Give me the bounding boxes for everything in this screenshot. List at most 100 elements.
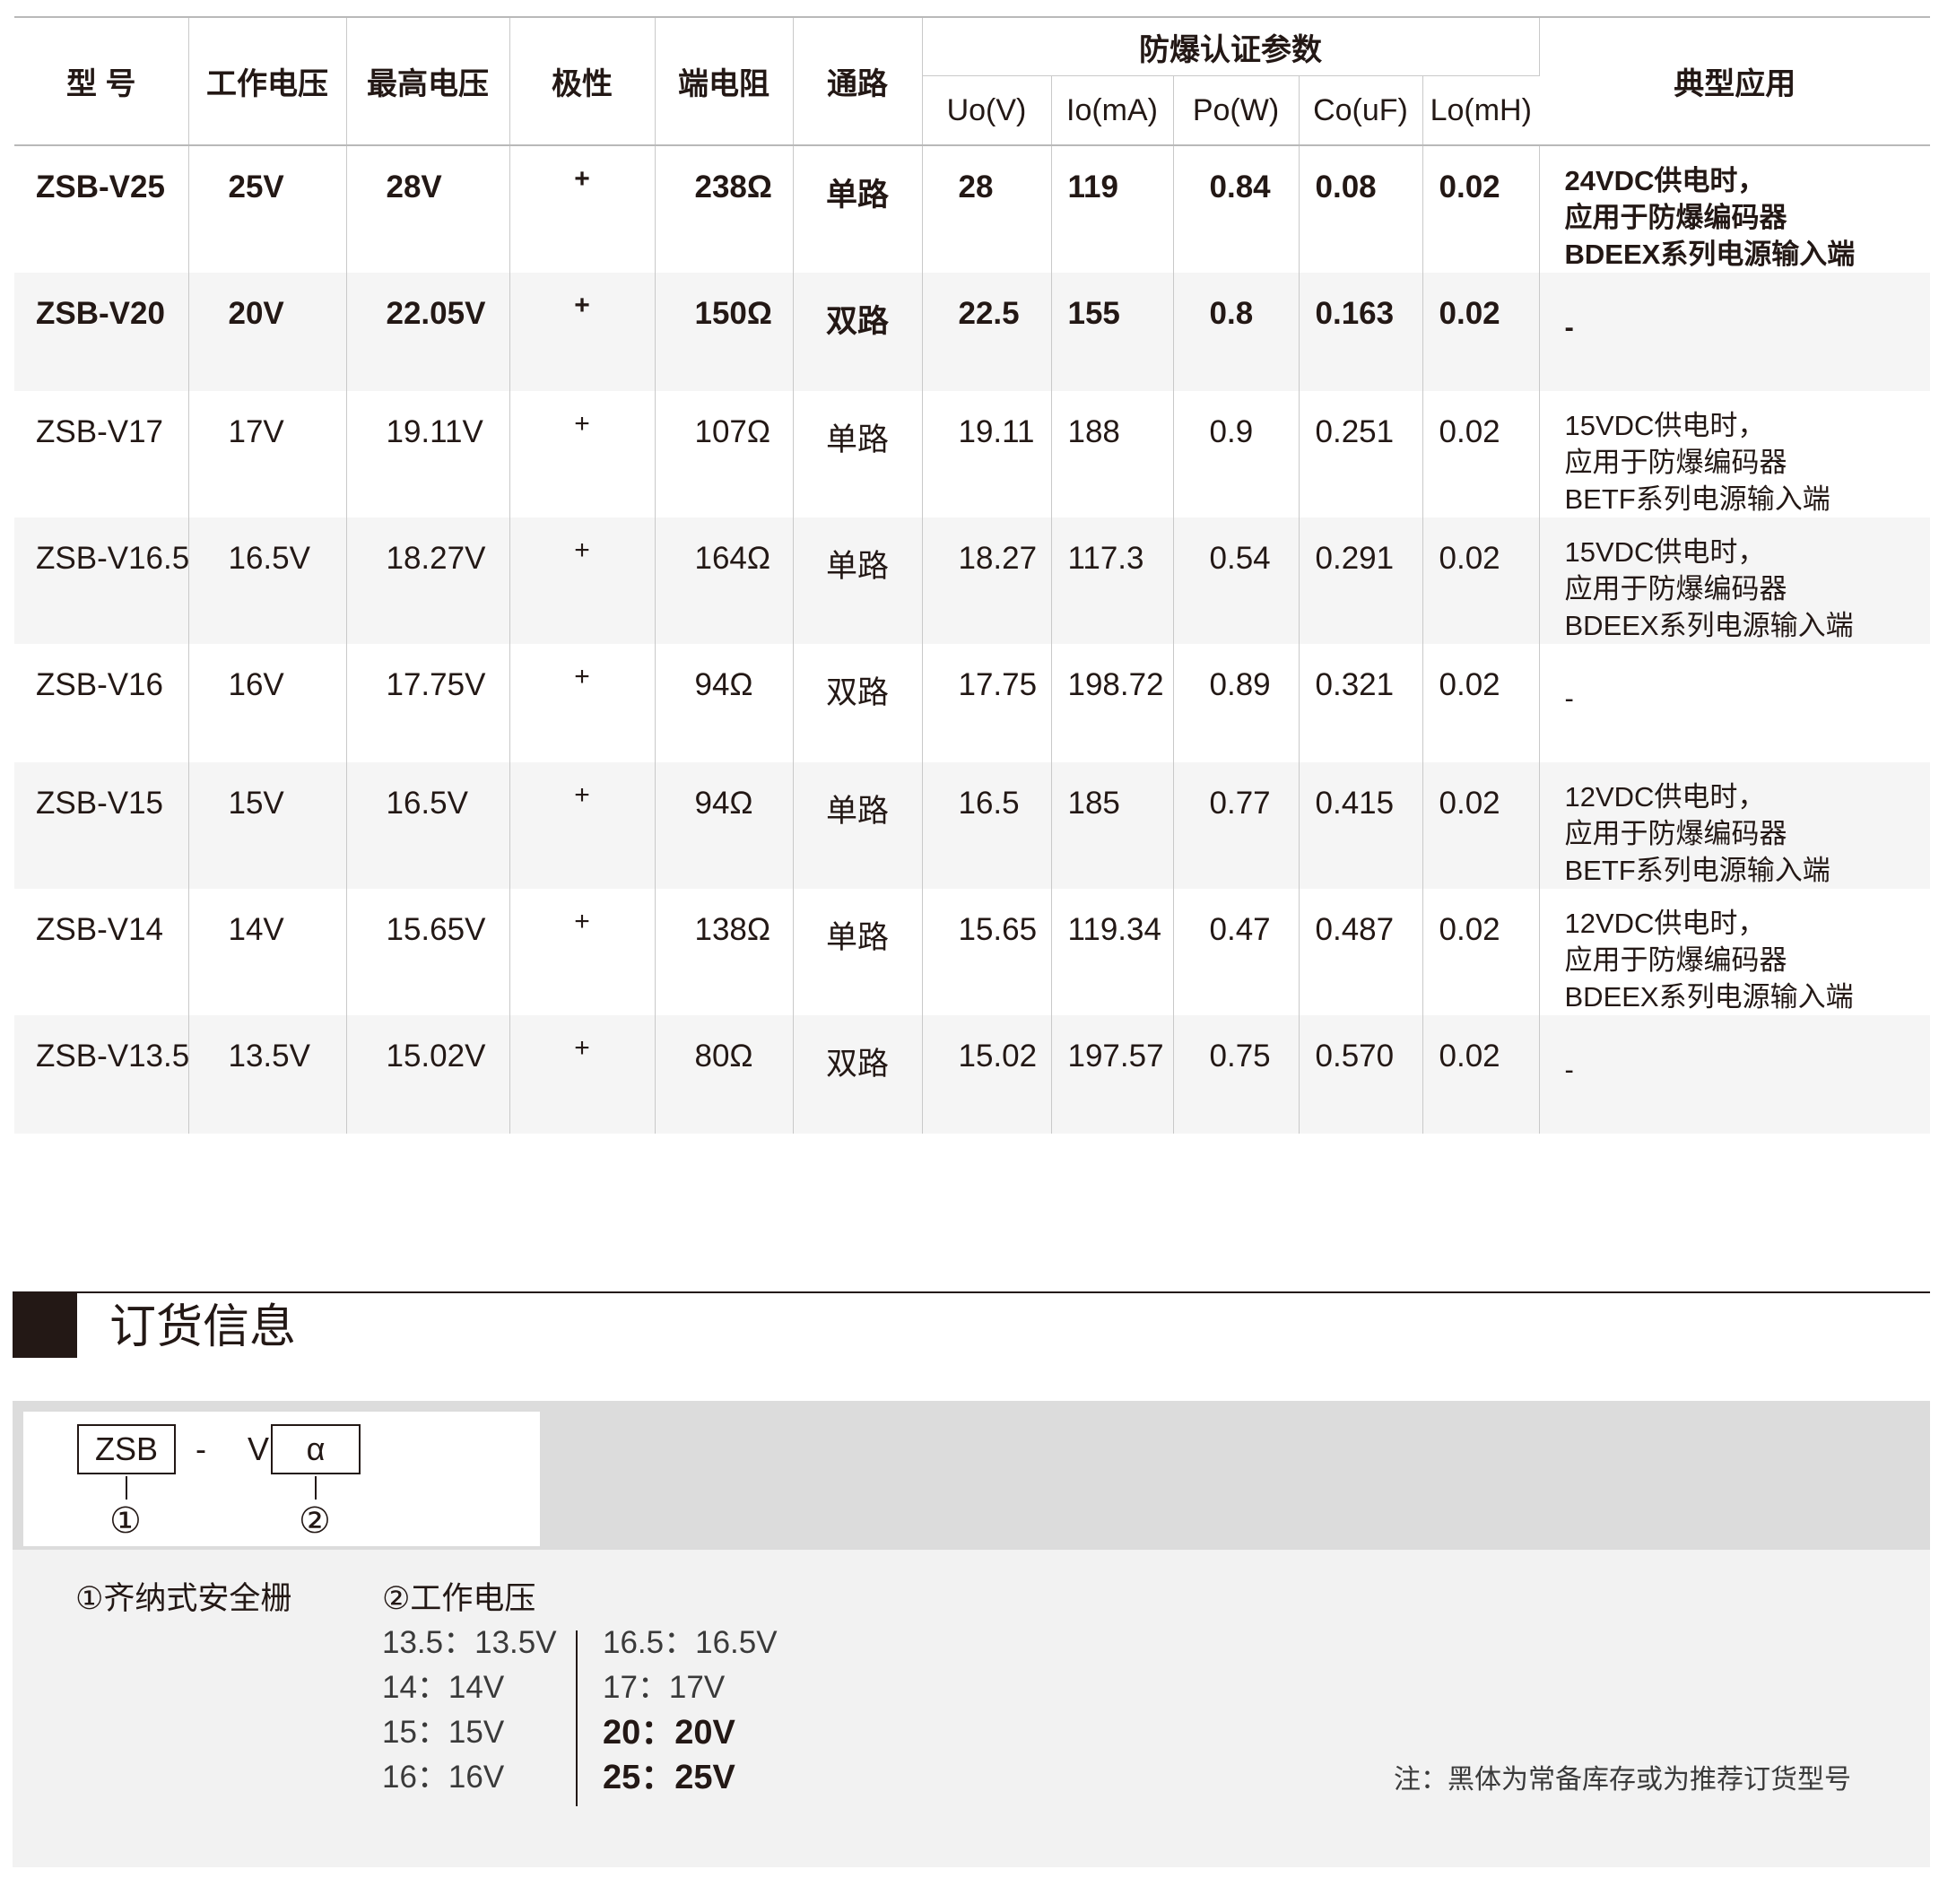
cell-channel: 单路	[793, 145, 923, 273]
application-line: 24VDC供电时，	[1564, 165, 1766, 196]
cell-lo: 0.02	[1422, 517, 1540, 644]
cell-voltage: 15V	[188, 762, 347, 889]
cell-model: ZSB-V13.5	[14, 1015, 189, 1134]
cell-io: 119	[1051, 145, 1174, 273]
legend-voltage-label: ②工作电压	[382, 1581, 536, 1616]
cell-po: 0.8	[1173, 273, 1300, 391]
table-row: ZSB-V17 17V 19.11V +107Ω 单路 19.11 188 0.9 0.251 0…	[14, 391, 1930, 517]
voltage-option: 17：17V	[603, 1670, 726, 1705]
cell-lo: 0.02	[1422, 889, 1540, 1015]
application-line: 应用于防爆编码器	[1564, 447, 1787, 478]
cell-channel: 双路	[793, 644, 923, 762]
cell-lo: 0.02	[1422, 644, 1540, 762]
table-row: ZSB-V25 25V 28V +238Ω 单路 28 119 0.84 0.08 0.02 24V…	[14, 145, 1930, 273]
spec-table: 型 号 工作电压 最高电压 极性 端电阻 通路 防爆认证参数 典型应用 Uo(V…	[14, 16, 1930, 1134]
cell-lo: 0.02	[1422, 762, 1540, 889]
cell-resistance: 150Ω	[655, 273, 794, 391]
cell-uo: 15.65	[922, 889, 1052, 1015]
table-row: ZSB-V15 15V 16.5V +94Ω 单路 16.5 185 0.77 0.415 0.0…	[14, 762, 1930, 889]
cell-voltage: 17V	[188, 391, 347, 517]
code-leader-2	[315, 1476, 317, 1500]
cell-uo: 17.75	[922, 644, 1052, 762]
cell-polarity: +	[509, 391, 656, 517]
cell-resistance: 164Ω	[655, 517, 794, 644]
cell-uo: 19.11	[922, 391, 1052, 517]
cell-max-voltage: 17.75V	[346, 644, 510, 762]
cell-voltage: 20V	[188, 273, 347, 391]
code-mark-2: ②	[299, 1501, 331, 1541]
cell-application: 24VDC供电时， 应用于防爆编码器 BDEEX系列电源输入端	[1539, 145, 1930, 273]
application-line: 应用于防爆编码器	[1564, 202, 1787, 233]
cell-max-voltage: 22.05V	[346, 273, 510, 391]
cell-resistance: 238Ω	[655, 145, 794, 273]
cell-uo: 16.5	[922, 762, 1052, 889]
cell-max-voltage: 28V	[346, 145, 510, 273]
cell-po: 0.54	[1173, 517, 1300, 644]
cell-lo: 0.02	[1422, 391, 1540, 517]
application-line: -	[1564, 682, 1574, 714]
cell-max-voltage: 16.5V	[346, 762, 510, 889]
cell-polarity: +	[509, 1015, 656, 1134]
cell-polarity: +	[509, 517, 656, 644]
cell-channel: 单路	[793, 889, 923, 1015]
cell-uo: 28	[922, 145, 1052, 273]
cell-channel: 双路	[793, 273, 923, 391]
header-model: 型 号	[14, 17, 189, 146]
cell-po: 0.89	[1173, 644, 1300, 762]
cell-model: ZSB-V16.5	[14, 517, 189, 644]
application-line: 应用于防爆编码器	[1564, 944, 1787, 976]
cell-polarity: +	[509, 273, 656, 391]
cell-po: 0.75	[1173, 1015, 1300, 1134]
cell-channel: 单路	[793, 391, 923, 517]
cell-application: 15VDC供电时， 应用于防爆编码器 BETF系列电源输入端	[1539, 391, 1930, 517]
cell-max-voltage: 15.02V	[346, 1015, 510, 1134]
order-code-band: ZSB - V α ① ②	[13, 1401, 1930, 1550]
cell-lo: 0.02	[1422, 145, 1540, 273]
application-line: BDEEX系列电源输入端	[1564, 239, 1856, 270]
header-application: 典型应用	[1539, 17, 1930, 146]
voltage-option: 15：15V	[382, 1715, 505, 1750]
cell-uo: 15.02	[922, 1015, 1052, 1134]
cell-co: 0.487	[1299, 889, 1423, 1015]
header-lo: Lo(mH)	[1422, 75, 1539, 146]
application-line: 15VDC供电时，	[1564, 410, 1766, 441]
cell-resistance: 138Ω	[655, 889, 794, 1015]
cell-io: 188	[1051, 391, 1174, 517]
legend-type-label: ①齐纳式安全栅	[75, 1581, 292, 1616]
application-line: 15VDC供电时，	[1564, 536, 1766, 568]
voltage-option: 14：14V	[382, 1670, 505, 1705]
application-line: -	[1564, 311, 1574, 343]
cell-voltage: 16.5V	[188, 517, 347, 644]
voltage-option-recommended: 25：25V	[603, 1759, 735, 1796]
header-po: Po(W)	[1173, 75, 1300, 146]
application-line: BETF系列电源输入端	[1564, 855, 1830, 886]
application-line: BDEEX系列电源输入端	[1564, 610, 1854, 641]
cell-lo: 0.02	[1422, 1015, 1540, 1134]
section-marker-block	[13, 1291, 77, 1358]
cell-co: 0.251	[1299, 391, 1423, 517]
table-row: ZSB-V16.5 16.5V 18.27V +164Ω 单路 18.27 117.3 0.5…	[14, 517, 1930, 644]
voltage-option: 16.5：16.5V	[603, 1625, 778, 1660]
cell-co: 0.415	[1299, 762, 1423, 889]
voltage-option: 16：16V	[382, 1760, 505, 1795]
cell-voltage: 16V	[188, 644, 347, 762]
order-note: 注：黑体为常备库存或为推荐订货型号	[1394, 1765, 1851, 1795]
cell-io: 185	[1051, 762, 1174, 889]
cell-io: 197.57	[1051, 1015, 1174, 1134]
cell-application: 15VDC供电时， 应用于防爆编码器 BDEEX系列电源输入端	[1539, 517, 1930, 644]
cell-po: 0.9	[1173, 391, 1300, 517]
voltage-option-recommended: 20：20V	[603, 1714, 735, 1752]
code-leader-1	[126, 1476, 127, 1500]
header-resistance: 端电阻	[655, 17, 794, 146]
header-max-voltage: 最高电压	[346, 17, 510, 146]
cell-io: 198.72	[1051, 644, 1174, 762]
code-mark-1: ①	[109, 1501, 142, 1541]
cell-model: ZSB-V25	[14, 145, 189, 273]
voltage-options-divider	[576, 1630, 578, 1806]
header-channel: 通路	[793, 17, 923, 146]
voltage-options-left: 13.5：13.5V 14：14V 15：15V 16：16V	[382, 1621, 557, 1800]
cell-voltage: 14V	[188, 889, 347, 1015]
cell-polarity: +	[509, 762, 656, 889]
cell-model: ZSB-V16	[14, 644, 189, 762]
cell-resistance: 80Ω	[655, 1015, 794, 1134]
